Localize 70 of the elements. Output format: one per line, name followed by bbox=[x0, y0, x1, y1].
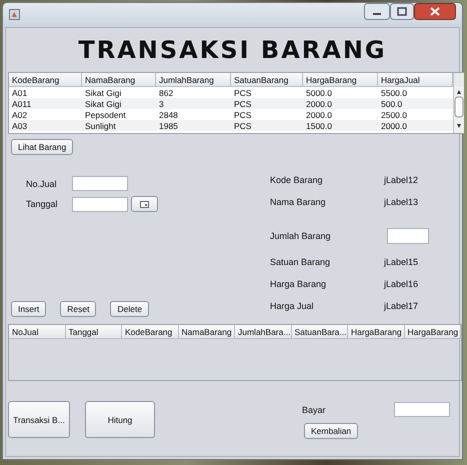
column-header[interactable]: NamaBarang bbox=[178, 325, 235, 339]
detail-value: jLabel15 bbox=[384, 257, 418, 267]
detail-label: Harga Barang bbox=[270, 279, 328, 289]
column-header[interactable]: Tanggal bbox=[66, 325, 122, 339]
lihat-barang-button[interactable]: Lihat Barang bbox=[11, 139, 74, 155]
detail-label: Kode Barang bbox=[270, 175, 324, 185]
column-header[interactable]: HargaBarang bbox=[348, 325, 404, 339]
table-cell: PCS bbox=[231, 98, 303, 109]
column-header[interactable]: NamaBarang bbox=[82, 73, 156, 87]
tanggal-label: Tanggal bbox=[25, 199, 59, 209]
detail-label: Nama Barang bbox=[270, 197, 327, 207]
maximize-icon[interactable] bbox=[390, 2, 414, 20]
table-cell: 2000.0 bbox=[378, 120, 453, 131]
table-cell-text: 2848 bbox=[158, 109, 179, 120]
detail-label: Harga Jual bbox=[270, 301, 315, 311]
table-cell: 1985 bbox=[156, 120, 231, 131]
column-header[interactable]: JumlahBara... bbox=[235, 325, 292, 339]
table-cell-text: 2500.0 bbox=[380, 109, 408, 120]
bayar-field[interactable] bbox=[394, 402, 450, 417]
jumlah-field[interactable] bbox=[387, 228, 429, 244]
close-icon[interactable] bbox=[414, 2, 456, 20]
detail-value: jLabel17 bbox=[384, 301, 418, 311]
table-cell: 1500.0 bbox=[303, 120, 378, 131]
bayar-label: Bayar bbox=[302, 404, 326, 414]
table-cell-text: 2000.0 bbox=[305, 109, 333, 120]
table-cell: Sikat Gigi bbox=[82, 98, 156, 109]
column-header[interactable]: SatuanBara... bbox=[292, 325, 348, 339]
table-cell: A03 bbox=[9, 120, 82, 131]
hitung-button[interactable]: Hitung bbox=[85, 401, 155, 438]
table-cell: A011 bbox=[9, 98, 82, 109]
table-cell: 3 bbox=[156, 98, 231, 109]
minimize-icon[interactable] bbox=[364, 2, 390, 20]
table-cell-text: Pepsodent bbox=[84, 109, 127, 120]
calendar-icon bbox=[140, 200, 149, 208]
detail-label: Satuan Barang bbox=[270, 257, 332, 267]
transaksi-button[interactable]: Transaksi B... bbox=[8, 401, 70, 438]
table-cell: PCS bbox=[231, 120, 303, 131]
kembalian-button[interactable]: Kembalian bbox=[304, 423, 358, 439]
no-jual-field[interactable] bbox=[72, 176, 128, 191]
column-header[interactable]: KodeBarang bbox=[9, 73, 82, 87]
column-header[interactable]: HargaJual bbox=[378, 73, 453, 87]
column-header[interactable]: NoJual bbox=[9, 325, 66, 339]
detail-label: Jumlah Barang bbox=[270, 231, 332, 241]
table-cell: 500.0 bbox=[378, 98, 453, 109]
table-cell-text: 5000.0 bbox=[305, 87, 333, 98]
tanggal-field[interactable] bbox=[72, 196, 128, 212]
column-header[interactable]: HargaBarang bbox=[404, 325, 461, 339]
column-header[interactable]: JumlahBarang bbox=[156, 73, 231, 87]
table-cell-text: PCS bbox=[233, 109, 252, 120]
table-cell-text: A01 bbox=[11, 87, 28, 98]
column-header[interactable]: KodeBarang bbox=[122, 325, 178, 339]
table-cell-text: PCS bbox=[233, 87, 252, 98]
table-cell-text: A02 bbox=[11, 109, 28, 120]
table-cell-text: 5500.0 bbox=[380, 87, 408, 98]
action-button[interactable]: Insert bbox=[11, 301, 46, 317]
table-cell-text: Sikat Gigi bbox=[84, 87, 122, 98]
detail-value: jLabel12 bbox=[384, 175, 418, 185]
action-button[interactable]: Reset bbox=[60, 301, 96, 317]
column-header[interactable]: HargaBarang bbox=[303, 73, 378, 87]
detail-value: jLabel13 bbox=[384, 197, 418, 207]
form-title: TRANSAKSI BARANG bbox=[78, 36, 387, 64]
table-cell-text: 862 bbox=[158, 87, 174, 98]
action-button[interactable]: Delete bbox=[110, 301, 150, 317]
no-jual-label: No.Jual bbox=[25, 178, 58, 188]
calendar-button[interactable] bbox=[131, 196, 158, 212]
table-cell: 2000.0 bbox=[303, 98, 378, 109]
column-header[interactable]: SatuanBarang bbox=[231, 73, 303, 87]
app-icon bbox=[9, 8, 20, 20]
detail-value: jLabel16 bbox=[384, 279, 418, 289]
table-cell: Sunlight bbox=[82, 120, 156, 131]
